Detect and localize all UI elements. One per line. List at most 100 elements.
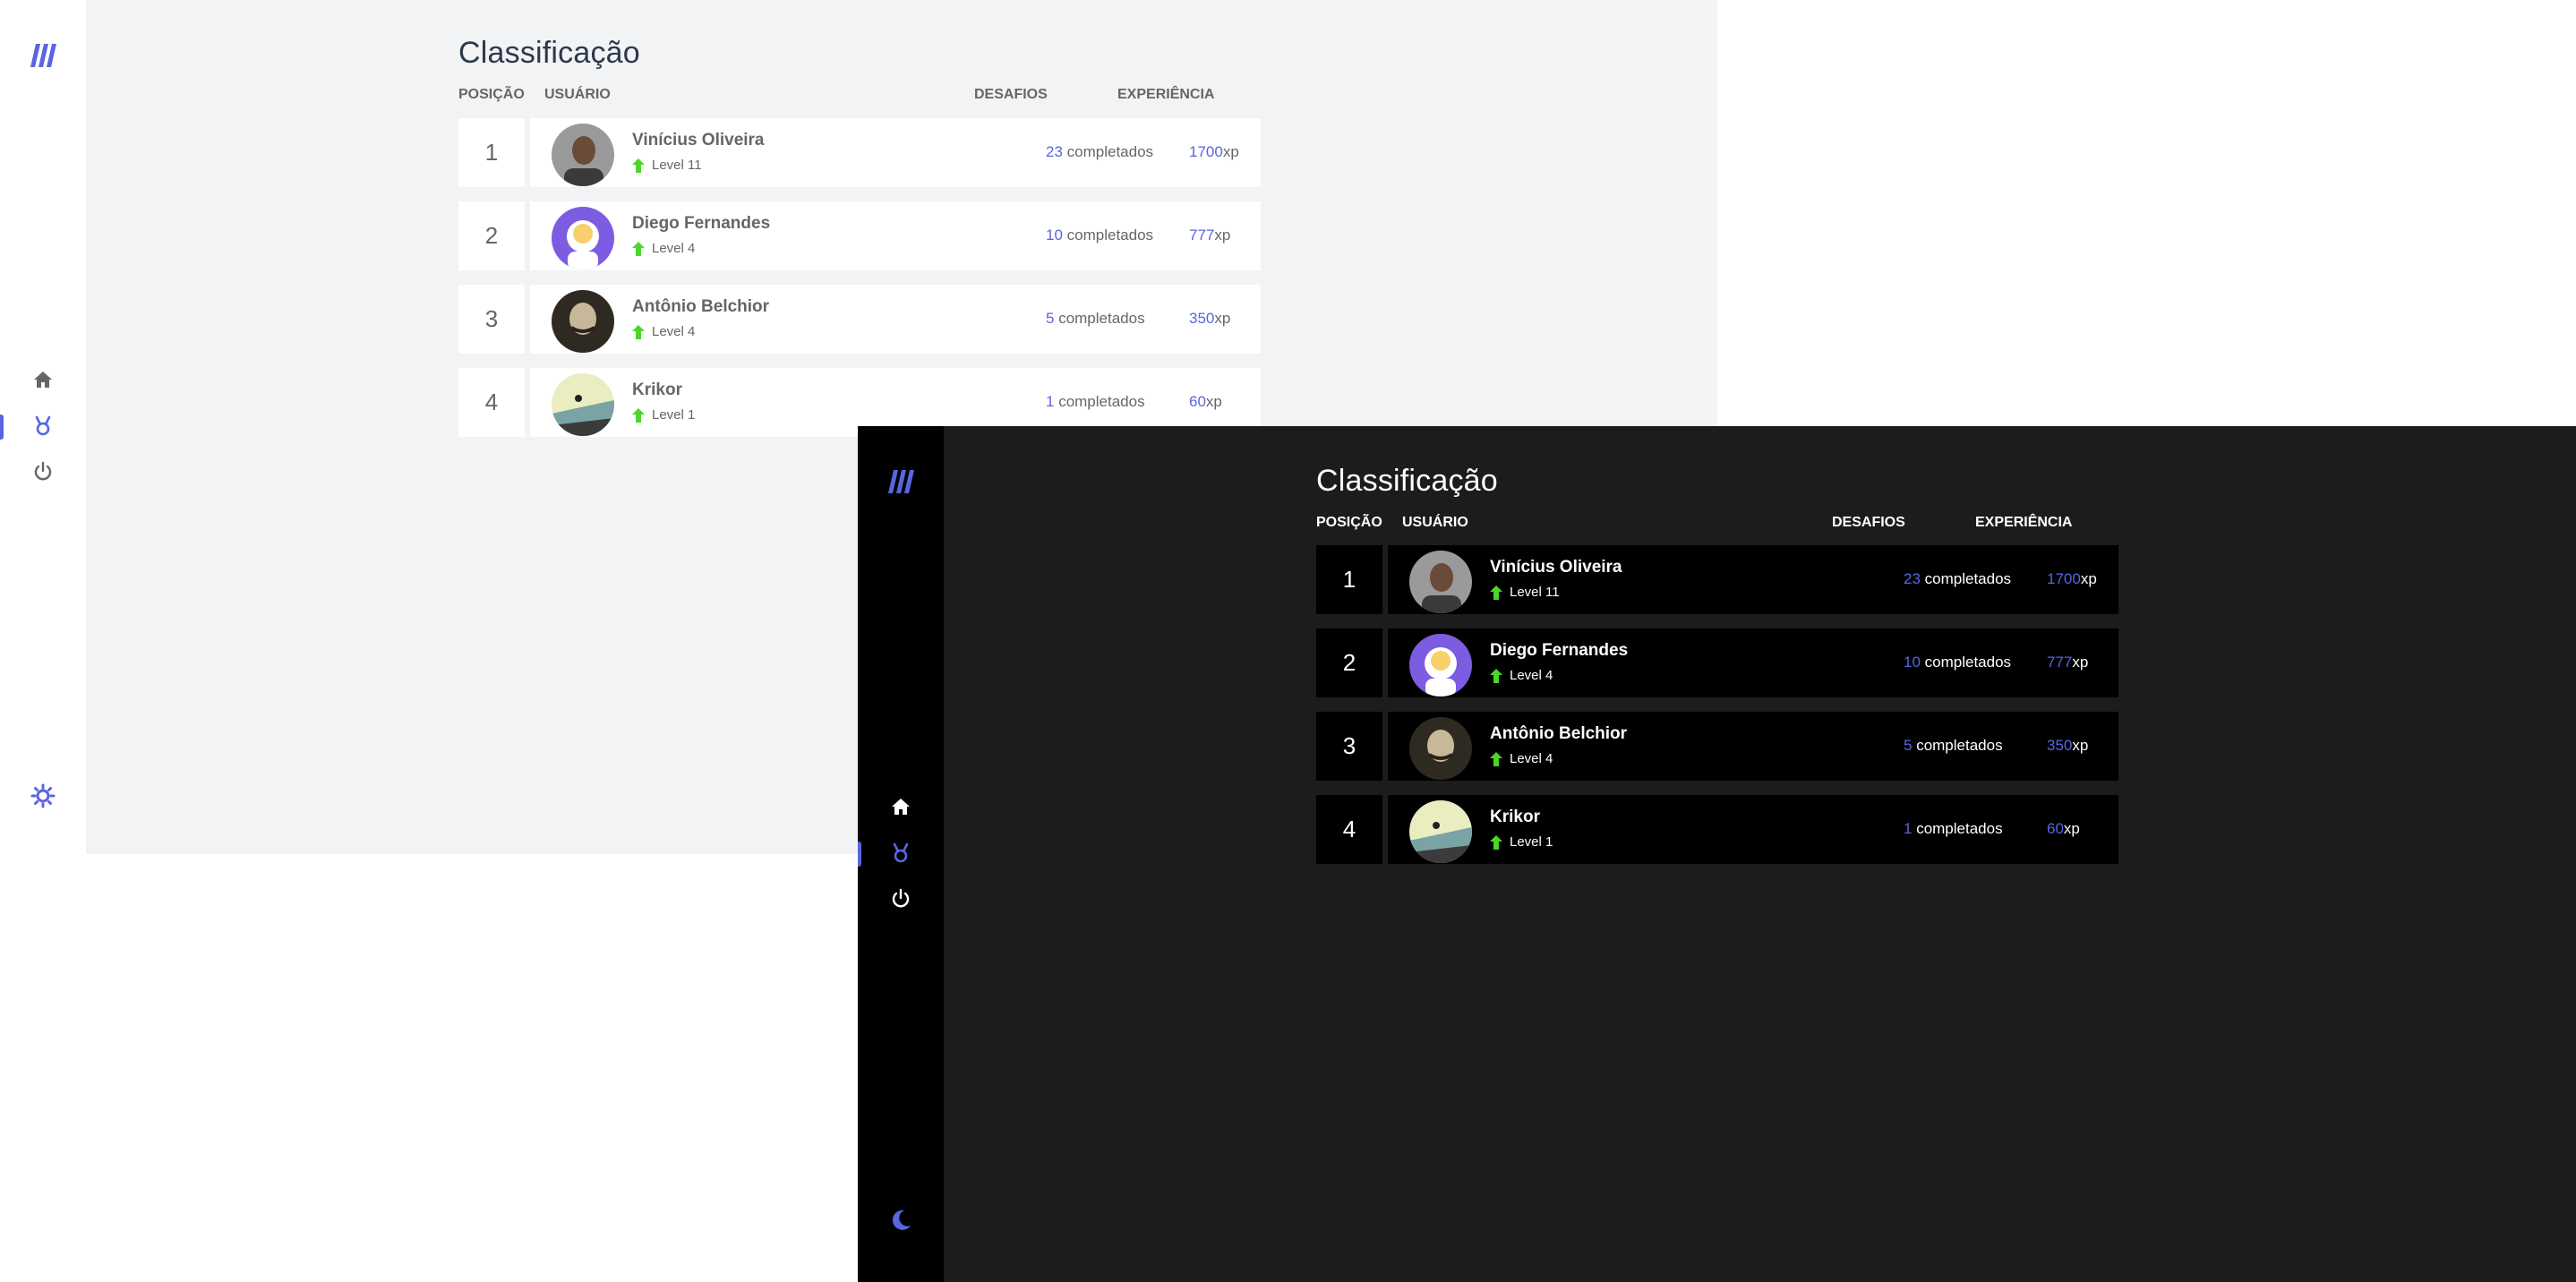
level-up-icon [1490, 751, 1502, 766]
rank-cell: 4 [1316, 795, 1382, 864]
home-icon[interactable] [32, 369, 54, 390]
challenges-value: 1 completados [1904, 820, 2003, 838]
user-cell: Diego Fernandes Level 4 10 completados 7… [1388, 628, 2118, 697]
level-up-icon [632, 324, 645, 339]
leaderboard-row: 3 Antônio Belchior Level 4 5 completados… [1316, 712, 2118, 781]
xp-count: 1700 [2047, 570, 2081, 587]
level-up-icon [1490, 668, 1502, 683]
rank-cell: 4 [458, 368, 525, 437]
challenges-value: 23 completados [1904, 570, 2011, 588]
column-header-experience: Experiência [1117, 87, 1215, 102]
user-cell: Vinícius Oliveira Level 11 23 completado… [530, 118, 1261, 187]
user-name: Vinícius Oliveira [632, 131, 765, 150]
challenges-suffix: completados [1062, 143, 1154, 160]
rank-cell: 1 [458, 118, 525, 187]
level-text: Level 1 [652, 407, 696, 423]
challenges-suffix: completados [1920, 570, 2012, 587]
avatar [1409, 551, 1472, 613]
challenges-value: 10 completados [1904, 654, 2011, 671]
challenges-suffix: completados [1912, 820, 2003, 837]
experience-value: 777xp [1189, 226, 1230, 244]
rank-cell: 2 [458, 201, 525, 270]
experience-value: 1700xp [2047, 570, 2097, 588]
leaderboard-row: 1 Vinícius Oliveira Level 11 23 completa… [1316, 545, 2118, 614]
column-header-position: Posição [458, 87, 525, 102]
column-header-position: Posição [1316, 515, 1382, 530]
level-text: Level 4 [1510, 751, 1553, 766]
challenges-value: 10 completados [1046, 226, 1153, 244]
dark-theme-screen: Classificação Posição Usuário Desafios E… [858, 426, 2576, 1282]
leaderboard-row: 2 Diego Fernandes Level 4 10 completados… [1316, 628, 2118, 697]
level-up-icon [632, 241, 645, 256]
avatar [552, 290, 614, 353]
experience-value: 60xp [2047, 820, 2080, 838]
avatar [552, 207, 614, 269]
xp-count: 350 [2047, 737, 2073, 754]
experience-value: 350xp [1189, 310, 1230, 328]
rank-cell: 3 [1316, 712, 1382, 781]
sidebar [0, 0, 86, 854]
xp-suffix: xp [2072, 737, 2089, 754]
user-level: Level 1 [632, 407, 695, 423]
user-name: Antônio Belchior [632, 297, 770, 316]
level-up-icon [1490, 834, 1502, 850]
rank-cell: 1 [1316, 545, 1382, 614]
experience-value: 350xp [2047, 737, 2088, 755]
avatar [1409, 634, 1472, 697]
xp-count: 60 [2047, 820, 2064, 837]
challenges-suffix: completados [1920, 654, 2012, 671]
avatar [1409, 717, 1472, 780]
level-text: Level 11 [1510, 585, 1560, 600]
challenges-suffix: completados [1062, 226, 1154, 244]
user-level: Level 4 [632, 324, 695, 339]
sidebar [858, 426, 944, 1282]
power-icon[interactable] [890, 888, 911, 910]
level-text: Level 1 [1510, 834, 1553, 850]
xp-suffix: xp [2080, 570, 2097, 587]
moon-icon[interactable] [888, 1208, 913, 1233]
level-text: Level 11 [652, 158, 702, 173]
avatar [552, 124, 614, 186]
user-name: Vinícius Oliveira [1490, 558, 1622, 577]
user-cell: Krikor Level 1 1 completados 60xp [1388, 795, 2118, 864]
challenges-suffix: completados [1912, 737, 2003, 754]
user-level: Level 11 [632, 158, 702, 173]
sun-icon[interactable] [30, 783, 56, 808]
leaderboard-row: 4 Krikor Level 1 1 completados 60xp [1316, 795, 2118, 864]
medal-icon[interactable] [32, 415, 54, 437]
user-level: Level 4 [1490, 751, 1553, 766]
user-name: Krikor [632, 380, 682, 399]
challenges-count: 10 [1046, 226, 1063, 244]
user-cell: Antônio Belchior Level 4 5 completados 3… [530, 285, 1261, 354]
experience-value: 60xp [1189, 393, 1222, 411]
avatar [552, 373, 614, 436]
level-text: Level 4 [652, 324, 696, 339]
user-name: Diego Fernandes [632, 214, 771, 233]
column-header-challenges: Desafios [974, 87, 1048, 102]
experience-value: 1700xp [1189, 143, 1239, 161]
power-icon[interactable] [32, 461, 54, 483]
challenges-count: 23 [1904, 570, 1921, 587]
user-level: Level 11 [1490, 585, 1560, 600]
leaderboard-row: 2 Diego Fernandes Level 4 10 completados… [458, 201, 1261, 270]
user-cell: Vinícius Oliveira Level 11 23 completado… [1388, 545, 2118, 614]
rank-cell: 2 [1316, 628, 1382, 697]
home-icon[interactable] [890, 796, 911, 817]
user-cell: Diego Fernandes Level 4 10 completados 7… [530, 201, 1261, 270]
page-title: Classificação [458, 36, 640, 70]
challenges-value: 5 completados [1046, 310, 1145, 328]
active-nav-indicator [0, 415, 4, 440]
user-name: Diego Fernandes [1490, 641, 1629, 660]
active-nav-indicator [858, 842, 861, 867]
user-cell: Antônio Belchior Level 4 5 completados 3… [1388, 712, 2118, 781]
user-level: Level 4 [1490, 668, 1553, 683]
column-header-experience: Experiência [1975, 515, 2073, 530]
avatar [1409, 800, 1472, 863]
leaderboard-row: 3 Antônio Belchior Level 4 5 completados… [458, 285, 1261, 354]
medal-icon[interactable] [890, 842, 911, 864]
column-header-user: Usuário [544, 87, 611, 102]
challenges-suffix: completados [1054, 393, 1145, 410]
xp-suffix: xp [1214, 310, 1231, 327]
main-content: Classificação Posição Usuário Desafios E… [944, 426, 2576, 1282]
xp-suffix: xp [1222, 143, 1239, 160]
